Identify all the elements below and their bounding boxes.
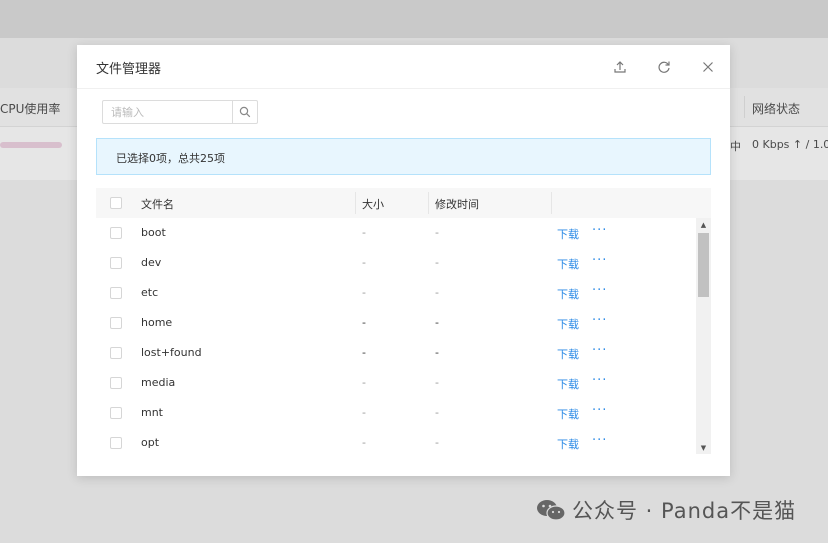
- close-icon[interactable]: [698, 57, 718, 77]
- wechat-icon: [537, 500, 566, 521]
- table-body: boot - - 下载 ··· dev - - 下载 ··· etc - - 下…: [96, 218, 696, 454]
- file-name[interactable]: mnt: [141, 406, 163, 419]
- table-row: dev - - 下载 ···: [96, 248, 696, 278]
- selection-info-text: 已选择0项，总共25项: [116, 152, 225, 165]
- table-row: media - - 下载 ···: [96, 368, 696, 398]
- watermark: 公众号 · Panda不是猫: [536, 495, 796, 525]
- background-column-divider: [744, 96, 745, 118]
- table-row: etc - - 下载 ···: [96, 278, 696, 308]
- search-icon[interactable]: [232, 101, 257, 123]
- column-header-name: 文件名: [141, 198, 174, 211]
- scroll-down-arrow-icon[interactable]: ▼: [696, 441, 711, 454]
- table-row: opt - - 下载 ···: [96, 428, 696, 454]
- file-modified: -: [435, 376, 439, 389]
- refresh-icon[interactable]: [654, 57, 674, 77]
- background-topbar: [0, 0, 828, 38]
- file-name[interactable]: etc: [141, 286, 158, 299]
- column-divider: [551, 192, 552, 214]
- more-actions-icon[interactable]: ···: [592, 343, 607, 358]
- download-link[interactable]: 下载: [557, 316, 579, 332]
- file-manager-dialog: 文件管理器 已选择0项，总共25项 文件名 大小 修改时间: [77, 45, 730, 476]
- more-actions-icon[interactable]: ···: [592, 373, 607, 388]
- file-name[interactable]: home: [141, 316, 172, 329]
- download-link[interactable]: 下载: [557, 346, 579, 362]
- background-cpu-column-label: CPU使用率: [0, 102, 61, 116]
- file-size: -: [362, 376, 366, 389]
- background-unit-fragment: 中: [730, 140, 741, 153]
- more-actions-icon[interactable]: ···: [592, 433, 607, 448]
- table-row: mnt - - 下载 ···: [96, 398, 696, 428]
- file-name[interactable]: media: [141, 376, 175, 389]
- file-size: -: [362, 406, 366, 419]
- file-modified: -: [435, 316, 439, 329]
- table-row: home - - 下载 ···: [96, 308, 696, 338]
- row-checkbox[interactable]: [110, 347, 122, 359]
- file-modified: -: [435, 436, 439, 449]
- download-link[interactable]: 下载: [557, 286, 579, 302]
- more-actions-icon[interactable]: ···: [592, 283, 607, 298]
- search-input[interactable]: [103, 101, 235, 123]
- row-checkbox[interactable]: [110, 287, 122, 299]
- file-name[interactable]: dev: [141, 256, 161, 269]
- row-checkbox[interactable]: [110, 437, 122, 449]
- file-size: -: [362, 316, 366, 329]
- table-row: boot - - 下载 ···: [96, 218, 696, 248]
- dialog-title: 文件管理器: [96, 62, 162, 77]
- more-actions-icon[interactable]: ···: [592, 223, 607, 238]
- download-link[interactable]: 下载: [557, 436, 579, 452]
- download-link[interactable]: 下载: [557, 406, 579, 422]
- file-modified: -: [435, 286, 439, 299]
- file-name[interactable]: opt: [141, 436, 159, 449]
- background-cpu-usage-bar: [0, 142, 62, 148]
- column-header-modified: 修改时间: [435, 198, 479, 211]
- background-network-value: 0 Kbps ↑ / 1.0 K: [752, 138, 828, 151]
- search-box: [102, 100, 258, 124]
- table-row: lost+found - - 下载 ···: [96, 338, 696, 368]
- file-name[interactable]: boot: [141, 226, 166, 239]
- file-table: 文件名 大小 修改时间 boot - - 下载 ··· dev - - 下载 ·…: [96, 188, 711, 454]
- row-checkbox[interactable]: [110, 257, 122, 269]
- row-checkbox[interactable]: [110, 407, 122, 419]
- more-actions-icon[interactable]: ···: [592, 313, 607, 328]
- file-modified: -: [435, 226, 439, 239]
- file-size: -: [362, 256, 366, 269]
- file-size: -: [362, 436, 366, 449]
- row-checkbox[interactable]: [110, 227, 122, 239]
- row-checkbox[interactable]: [110, 317, 122, 329]
- watermark-text: 公众号 · Panda不是猫: [572, 499, 797, 523]
- column-divider: [355, 192, 356, 214]
- file-modified: -: [435, 256, 439, 269]
- file-size: -: [362, 226, 366, 239]
- column-divider: [428, 192, 429, 214]
- select-all-checkbox[interactable]: [110, 197, 122, 209]
- column-header-size: 大小: [362, 198, 384, 211]
- dialog-header: 文件管理器: [77, 45, 730, 89]
- download-link[interactable]: 下载: [557, 256, 579, 272]
- scroll-thumb[interactable]: [698, 233, 709, 297]
- file-size: -: [362, 286, 366, 299]
- file-modified: -: [435, 406, 439, 419]
- selection-info-bar: 已选择0项，总共25项: [96, 138, 711, 175]
- upload-icon[interactable]: [610, 57, 630, 77]
- more-actions-icon[interactable]: ···: [592, 253, 607, 268]
- file-name[interactable]: lost+found: [141, 346, 202, 359]
- file-modified: -: [435, 346, 439, 359]
- row-checkbox[interactable]: [110, 377, 122, 389]
- table-header: 文件名 大小 修改时间: [96, 188, 711, 218]
- scroll-up-arrow-icon[interactable]: ▲: [696, 218, 711, 231]
- background-network-column-label: 网络状态: [752, 102, 801, 116]
- more-actions-icon[interactable]: ···: [592, 403, 607, 418]
- download-link[interactable]: 下载: [557, 226, 579, 242]
- table-scrollbar[interactable]: ▲ ▼: [696, 218, 711, 454]
- download-link[interactable]: 下载: [557, 376, 579, 392]
- file-size: -: [362, 346, 366, 359]
